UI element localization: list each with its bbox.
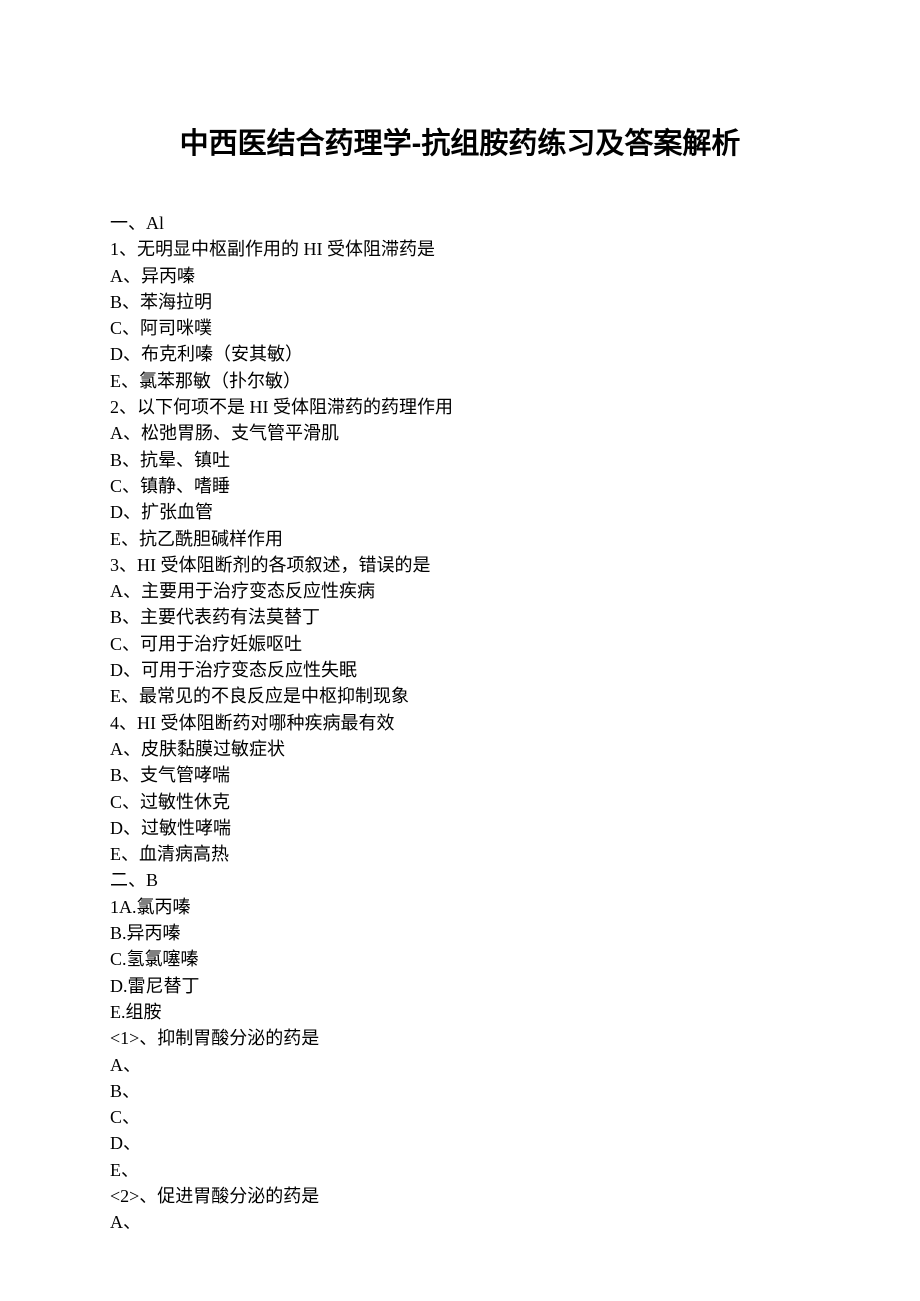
option: C、镇静、嗜睡: [110, 473, 810, 499]
option: C、: [110, 1104, 810, 1130]
shared-option: C.氢氯噻嗪: [110, 946, 810, 972]
option: B、抗晕、镇吐: [110, 447, 810, 473]
option: D、可用于治疗变态反应性失眠: [110, 657, 810, 683]
question-stem: 3、HI 受体阻断剂的各项叙述，错误的是: [110, 552, 810, 578]
option: D、过敏性哮喘: [110, 815, 810, 841]
option: E、血清病高热: [110, 841, 810, 867]
subquestion-stem: <1>、抑制胃酸分泌的药是: [110, 1025, 810, 1051]
option: A、松弛胃肠、支气管平滑肌: [110, 420, 810, 446]
question-stem: 1、无明显中枢副作用的 HI 受体阻滞药是: [110, 236, 810, 262]
question-stem: 4、HI 受体阻断药对哪种疾病最有效: [110, 710, 810, 736]
option: E、抗乙酰胆碱样作用: [110, 526, 810, 552]
option: D、: [110, 1130, 810, 1156]
shared-option: 1A.氯丙嗪: [110, 894, 810, 920]
document-page: 中西医结合药理学-抗组胺药练习及答案解析 一、Al 1、无明显中枢副作用的 HI…: [0, 0, 920, 1296]
option: A、: [110, 1052, 810, 1078]
option: E、氯苯那敏（扑尔敏）: [110, 368, 810, 394]
option: E、: [110, 1157, 810, 1183]
option: A、: [110, 1209, 810, 1235]
option: A、主要用于治疗变态反应性疾病: [110, 578, 810, 604]
option: B、支气管哮喘: [110, 762, 810, 788]
option: D、扩张血管: [110, 499, 810, 525]
section-heading: 二、B: [110, 867, 810, 893]
option: E、最常见的不良反应是中枢抑制现象: [110, 683, 810, 709]
option: C、可用于治疗妊娠呕吐: [110, 631, 810, 657]
shared-option: B.异丙嗪: [110, 920, 810, 946]
shared-option: D.雷尼替丁: [110, 973, 810, 999]
document-title: 中西医结合药理学-抗组胺药练习及答案解析: [110, 120, 810, 162]
section-heading: 一、Al: [110, 210, 810, 236]
option: B、: [110, 1078, 810, 1104]
option: B、主要代表药有法莫替丁: [110, 604, 810, 630]
option: B、苯海拉明: [110, 289, 810, 315]
shared-option: E.组胺: [110, 999, 810, 1025]
subquestion-stem: <2>、促进胃酸分泌的药是: [110, 1183, 810, 1209]
option: C、过敏性休克: [110, 789, 810, 815]
option: A、异丙嗪: [110, 263, 810, 289]
option: A、皮肤黏膜过敏症状: [110, 736, 810, 762]
option: C、阿司咪噗: [110, 315, 810, 341]
question-stem: 2、以下何项不是 HI 受体阻滞药的药理作用: [110, 394, 810, 420]
option: D、布克利嗪（安其敏）: [110, 341, 810, 367]
